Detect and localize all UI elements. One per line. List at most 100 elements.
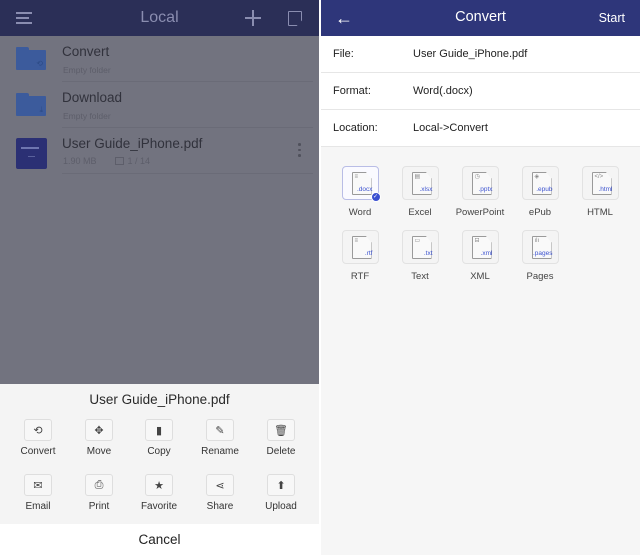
trash-icon: 🗑 (267, 419, 295, 441)
format-ext: .xlsx (419, 186, 433, 193)
action-convert[interactable]: ⟲ Convert (8, 419, 68, 457)
row-value: Local->Convert (413, 122, 488, 134)
xml-file-icon: ⊟ .xml (461, 230, 499, 264)
rtf-file-icon: ≡ .rtf (341, 230, 379, 264)
action-sheet-title: User Guide_iPhone.pdf (89, 392, 230, 407)
epub-file-icon: ◈ .epub (521, 166, 559, 200)
action-label: Upload (265, 501, 297, 512)
start-button[interactable]: Start (599, 11, 625, 25)
more-options-icon[interactable] (298, 143, 302, 159)
format-ext: .xml (480, 250, 493, 257)
format-label: Word (348, 207, 372, 218)
action-share[interactable]: ⋖ Share (190, 474, 250, 512)
list-item-folder-convert[interactable]: ⟲ Convert Empty folder (0, 36, 319, 82)
format-text[interactable]: ▭ .txt Text (390, 230, 450, 282)
action-label: Convert (20, 446, 56, 457)
format-label: XML (470, 271, 490, 282)
convert-details: File: User Guide_iPhone.pdf Format: Word… (321, 36, 640, 147)
pdf-thumbnail (16, 138, 47, 169)
action-email[interactable]: ✉ Email (8, 474, 68, 512)
file-name: Convert (62, 44, 110, 59)
html-file-icon: </> .html (581, 166, 619, 200)
format-ext: .html (598, 186, 613, 193)
folder-download-icon: ⤓ (16, 93, 46, 116)
page-count: 1 / 14 (127, 156, 151, 166)
txt-file-icon: ▭ .txt (401, 230, 439, 264)
convert-header: ← Convert Start (321, 0, 640, 36)
action-print[interactable]: ⎙ Print (69, 474, 129, 512)
row-label: File: (333, 48, 354, 60)
format-ext: .docx (356, 186, 373, 193)
action-label: Email (25, 501, 51, 512)
file-browser-header: Local (0, 0, 319, 36)
format-xml[interactable]: ⊟ .xml XML (450, 230, 510, 282)
header-title: Local (140, 9, 179, 26)
format-label: Pages (526, 271, 554, 282)
move-icon: ✥ (85, 419, 113, 441)
envelope-icon: ✉ (24, 474, 52, 496)
action-sheet: User Guide_iPhone.pdf ⟲ Convert ✥ Move ▮… (0, 384, 319, 524)
printer-icon: ⎙ (85, 474, 113, 496)
cancel-button[interactable]: Cancel (0, 524, 319, 555)
star-icon: ★ (145, 474, 173, 496)
action-label: Delete (266, 446, 296, 457)
format-html[interactable]: </> .html HTML (570, 166, 630, 218)
action-label: Copy (147, 446, 171, 457)
file-row: File: User Guide_iPhone.pdf (321, 36, 640, 73)
share-icon: ⋖ (206, 474, 234, 496)
divider (62, 173, 313, 174)
format-ext: .txt (423, 250, 433, 257)
action-move[interactable]: ✥ Move (69, 419, 129, 457)
action-label: Share (206, 501, 234, 512)
convert-icon: ⟲ (24, 419, 52, 441)
format-ext: .pptx (478, 186, 493, 193)
action-upload[interactable]: ⬆ Upload (251, 474, 311, 512)
action-delete[interactable]: 🗑 Delete (251, 419, 311, 457)
pencil-icon: ✎ (206, 419, 234, 441)
xlsx-file-icon: ▤ .xlsx (401, 166, 439, 200)
docx-file-icon: ≡ .docx ✓ (341, 166, 381, 202)
format-excel[interactable]: ▤ .xlsx Excel (390, 166, 450, 218)
format-label: HTML (587, 207, 613, 218)
action-label: Favorite (140, 501, 178, 512)
selected-check-icon: ✓ (370, 192, 381, 202)
file-name: Download (62, 90, 123, 105)
action-favorite[interactable]: ★ Favorite (129, 474, 189, 512)
pptx-file-icon: ◷ .pptx (461, 166, 499, 200)
pages-file-icon: ılı .pages (521, 230, 559, 264)
file-subtitle: Empty folder (63, 111, 111, 121)
format-ext: .epub (536, 186, 553, 193)
format-rtf[interactable]: ≡ .rtf RTF (330, 230, 390, 282)
file-subtitle: Empty folder (63, 65, 111, 75)
format-ext: .pages (532, 250, 553, 257)
row-value: User Guide_iPhone.pdf (413, 48, 528, 60)
row-label: Location: (333, 122, 378, 134)
folder-convert-icon: ⟲ (16, 47, 46, 70)
action-label: Rename (201, 446, 239, 457)
format-word[interactable]: ≡ .docx ✓ Word (330, 166, 390, 218)
copy-icon: ▮ (145, 419, 173, 441)
action-rename[interactable]: ✎ Rename (190, 419, 250, 457)
format-row[interactable]: Format: Word(.docx) (321, 73, 640, 110)
header-title: Convert (455, 9, 506, 25)
file-list-dimmed-overlay[interactable]: ⟲ Convert Empty folder ⤓ Download Empty … (0, 36, 319, 384)
format-powerpoint[interactable]: ◷ .pptx PowerPoint (450, 166, 510, 218)
plus-icon[interactable] (245, 10, 261, 26)
list-item-folder-download[interactable]: ⤓ Download Empty folder (0, 82, 319, 128)
row-label: Format: (333, 85, 371, 97)
format-label: RTF (350, 271, 370, 282)
pages-icon (114, 157, 124, 165)
action-label: Move (86, 446, 112, 457)
format-epub[interactable]: ◈ .epub ePub (510, 166, 570, 218)
file-size: 1.90 MB (63, 156, 97, 166)
format-label: ePub (528, 207, 552, 218)
file-browser-panel: Local ⟲ Convert Empty folder ⤓ Download … (0, 0, 319, 555)
list-item-pdf[interactable]: User Guide_iPhone.pdf 1.90 MB 1 / 14 (0, 128, 319, 174)
action-copy[interactable]: ▮ Copy (129, 419, 189, 457)
format-label: PowerPoint (455, 207, 505, 218)
upload-icon: ⬆ (267, 474, 295, 496)
location-row[interactable]: Location: Local->Convert (321, 110, 640, 147)
format-pages[interactable]: ılı .pages Pages (510, 230, 570, 282)
convert-panel: ← Convert Start File: User Guide_iPhone.… (321, 0, 640, 555)
action-label: Print (88, 501, 110, 512)
